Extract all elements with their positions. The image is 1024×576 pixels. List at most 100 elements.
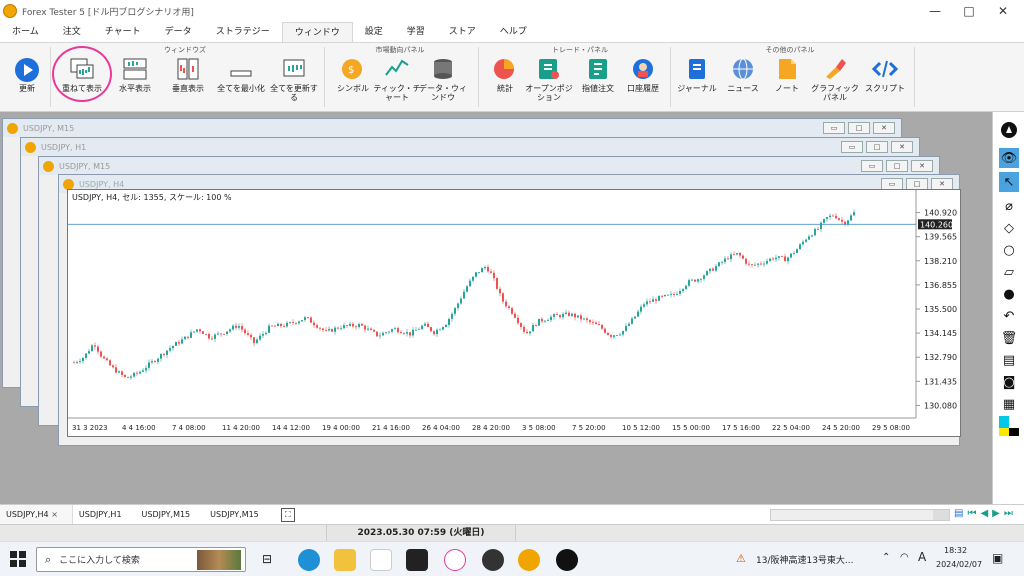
settings-gear-icon[interactable]	[482, 549, 504, 571]
chart-tab[interactable]: USDJPY,H1	[73, 505, 136, 525]
candle-body	[499, 288, 501, 294]
tag-icon[interactable]: ◇	[999, 218, 1019, 238]
data-window-button[interactable]: データ・ウィンドウ	[416, 57, 470, 102]
candle-body	[412, 329, 414, 336]
cursor-arrow-icon[interactable]: ↖	[999, 172, 1019, 192]
chart-tab[interactable]: USDJPY,H4 ×	[0, 504, 73, 525]
dot-icon[interactable]: ●	[999, 284, 1019, 304]
group-label-market: 市場動向パネル	[375, 46, 425, 54]
chart-tab[interactable]: USDJPY,M15	[204, 505, 273, 525]
account-history-button[interactable]: 口座履歴	[616, 57, 670, 93]
undo-icon[interactable]: ↶	[999, 306, 1019, 326]
close-icon[interactable]: ✕	[891, 141, 913, 153]
chart-window-titlebar[interactable]: USDJPY, M15 ▭ □ ✕	[3, 119, 901, 137]
notification-icon[interactable]: ▣	[992, 551, 1003, 565]
first-icon[interactable]: ⏮	[967, 508, 976, 519]
chart-area[interactable]: USDJPY, H4, セル: 1355, スケール: 100 % 140.92…	[67, 189, 961, 437]
minimize-window-button[interactable]: —	[920, 2, 950, 20]
maximize-icon[interactable]: □	[886, 160, 908, 172]
notes-button[interactable]: ノート	[760, 57, 814, 93]
menu-learning[interactable]: 学習	[395, 22, 437, 42]
chart-window-titlebar[interactable]: USDJPY, M15 ▭ □ ✕	[39, 157, 939, 175]
pin-app-icon[interactable]	[556, 549, 578, 571]
candle-body	[316, 325, 318, 328]
refresh-button[interactable]: 更新	[0, 57, 54, 93]
snipping-tool-icon[interactable]	[444, 549, 466, 571]
tile-vertical-button[interactable]: 垂直表示	[161, 57, 215, 93]
wifi-icon[interactable]: ◠	[900, 552, 909, 563]
maximize-icon[interactable]: □	[848, 122, 870, 134]
chart-list-icon[interactable]: ▤	[954, 508, 963, 519]
close-window-button[interactable]: ✕	[988, 2, 1018, 20]
candle-body	[841, 219, 843, 222]
horizontal-scrollbar[interactable]	[770, 509, 950, 521]
minimize-icon[interactable]: ▭	[841, 141, 863, 153]
trash-icon[interactable]: 🗑	[999, 328, 1019, 348]
candle-body	[73, 362, 75, 364]
menu-strategy[interactable]: ストラテジー	[204, 22, 282, 42]
notes-label: ノート	[775, 84, 799, 93]
forex-tester-app-icon[interactable]	[518, 549, 540, 571]
train-icon[interactable]: ▤	[999, 350, 1019, 370]
open-positions-button[interactable]: オープンポジション	[522, 57, 576, 102]
menu-home[interactable]: ホーム	[0, 22, 51, 42]
menu-window[interactable]: ウィンドウ	[281, 22, 353, 42]
sticky-notes-icon[interactable]	[406, 549, 428, 571]
clipboard-icon[interactable]: ▦	[999, 394, 1019, 414]
scrollbar-thumb[interactable]	[933, 510, 949, 520]
maximize-icon[interactable]: □	[866, 141, 888, 153]
ime-indicator[interactable]: A	[918, 550, 926, 564]
traffic-info[interactable]: 13/阪神高速13号東大...	[756, 553, 854, 566]
tray-chevron-icon[interactable]: ⌃	[882, 552, 890, 563]
update-all-button[interactable]: 全てを更新する	[267, 57, 321, 102]
close-icon[interactable]: ✕	[873, 122, 895, 134]
chart-tab[interactable]: USDJPY,M15	[136, 505, 205, 525]
candle-body	[808, 236, 810, 240]
active-chart-window[interactable]: USDJPY, H4 ▭ □ ✕ USDJPY, H4, セル: 1355, スケー…	[58, 174, 961, 446]
y-tick-label: 132.790	[924, 353, 957, 362]
edge-browser-icon[interactable]	[298, 549, 320, 571]
menu-help[interactable]: ヘルプ	[488, 22, 539, 42]
menu-order[interactable]: 注文	[51, 22, 93, 42]
windows-start-icon[interactable]	[10, 551, 26, 570]
close-icon[interactable]: ✕	[911, 160, 933, 172]
menu-store[interactable]: ストア	[437, 22, 488, 42]
menu-settings[interactable]: 設定	[353, 22, 395, 42]
candle-body	[235, 325, 237, 328]
minimize-all-button[interactable]: 全てを最小化	[214, 57, 268, 93]
clock-time[interactable]: 18:32	[944, 546, 967, 555]
color-palette-icon[interactable]	[999, 416, 1019, 436]
menu-data[interactable]: データ	[153, 22, 204, 42]
circle-icon[interactable]: ○	[999, 240, 1019, 260]
tile-horizontal-button[interactable]: 水平表示	[108, 57, 162, 93]
script-button[interactable]: スクリプト	[858, 57, 912, 93]
last-icon[interactable]: ⏭	[1004, 508, 1013, 519]
graphic-panel-button[interactable]: グラフィックパネル	[808, 57, 862, 102]
candlestick-chart[interactable]: USDJPY, H4, セル: 1355, スケール: 100 % 140.92…	[68, 190, 960, 436]
next-icon[interactable]: ▶	[992, 508, 1000, 519]
minimize-icon[interactable]: ▭	[823, 122, 845, 134]
eye-icon[interactable]: 👁	[999, 148, 1019, 168]
camera-icon[interactable]: ◙	[999, 372, 1019, 392]
candle-body	[217, 333, 219, 335]
candle-body	[307, 317, 309, 318]
fullscreen-icon[interactable]: ⛶	[280, 507, 295, 522]
close-tab-icon[interactable]: ×	[51, 510, 58, 519]
chart-window-titlebar[interactable]: USDJPY, H1 ▭ □ ✕	[21, 138, 919, 156]
menu-bar: ホーム 注文 チャート データ ストラテジー ウィンドウ 設定 学習 ストア ヘ…	[0, 22, 1024, 42]
x-tick-label: 17 5 16:00	[722, 424, 760, 432]
candle-body	[133, 372, 135, 377]
store-icon[interactable]	[370, 549, 392, 571]
crosshair-icon[interactable]: ⌀	[999, 196, 1019, 216]
file-explorer-icon[interactable]	[334, 549, 356, 571]
taskbar-search-input[interactable]: ⌕ ここに入力して検索	[36, 547, 246, 572]
maximize-window-button[interactable]: □	[954, 2, 984, 20]
task-view-icon[interactable]: ⊟	[262, 552, 272, 566]
minimize-icon[interactable]: ▭	[861, 160, 883, 172]
prev-icon[interactable]: ◀	[980, 508, 988, 519]
eraser-icon[interactable]: ▱	[999, 262, 1019, 282]
menu-chart[interactable]: チャート	[93, 22, 153, 42]
candle-body	[160, 354, 162, 359]
pen-tool-icon[interactable]	[999, 120, 1019, 140]
clock-date[interactable]: 2024/02/07	[936, 560, 982, 569]
